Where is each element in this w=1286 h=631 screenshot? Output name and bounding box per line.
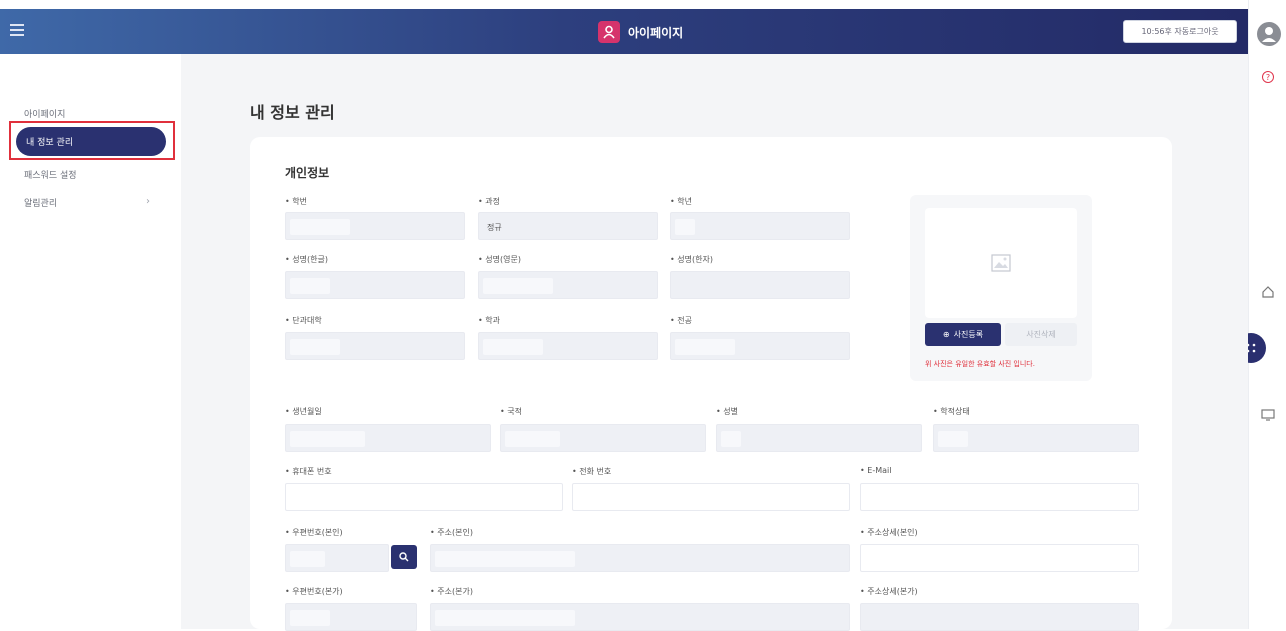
zip-search-button[interactable] <box>391 545 417 569</box>
photo-note: 위 사진은 유일한 유효할 사진 입니다. <box>925 360 1035 368</box>
grade-label: • 학년 <box>670 197 692 206</box>
course-label: • 과정 <box>478 197 500 206</box>
mobile-label: • 휴대폰 번호 <box>285 467 332 476</box>
sidebar-item-password[interactable]: 패스워드 설정 <box>24 168 77 181</box>
photo-placeholder <box>925 208 1077 318</box>
zip-home-field[interactable] <box>285 544 389 572</box>
name-hanja-label: • 성명(한자) <box>670 255 713 264</box>
chevron-right-icon: › <box>146 196 150 207</box>
top-header-bar: 아이페이지 10:56후 자동로그아웃 <box>0 9 1248 54</box>
sidebar-item-notifications[interactable]: 알림관리 <box>24 196 57 209</box>
phone-field[interactable] <box>572 483 850 511</box>
name-hanja-field[interactable] <box>670 271 850 299</box>
home-icon[interactable] <box>1261 284 1275 298</box>
department-field <box>478 332 658 360</box>
sidebar-item-mypage[interactable]: 아이페이지 <box>24 107 65 120</box>
department-label: • 학과 <box>478 316 500 325</box>
email-label: • E-Mail <box>860 466 892 475</box>
upload-photo-button[interactable]: ⊕ 사진등록 <box>925 323 1001 346</box>
menu-icon[interactable] <box>10 24 24 36</box>
addr-parent-label: • 주소(본가) <box>430 587 473 596</box>
addr-home-field[interactable] <box>430 544 850 572</box>
sidebar-item-my-info[interactable]: 내 정보 관리 <box>16 127 166 156</box>
name-kr-field[interactable] <box>285 271 465 299</box>
delete-photo-button[interactable]: 사진삭제 <box>1005 323 1077 346</box>
monitor-icon[interactable] <box>1261 406 1275 421</box>
birth-label: • 생년월일 <box>285 407 322 416</box>
zip-parent-label: • 우편번호(본가) <box>285 587 343 596</box>
zip-home-label: • 우편번호(본인) <box>285 528 343 537</box>
name-en-label: • 성명(영문) <box>478 255 521 264</box>
page-title: 내 정보 관리 <box>250 103 335 122</box>
search-icon <box>399 552 409 562</box>
course-field: 정규 <box>478 212 658 240</box>
nationality-label: • 국적 <box>500 407 522 416</box>
major-field <box>670 332 850 360</box>
name-kr-label: • 성명(한글) <box>285 255 328 264</box>
status-field <box>933 424 1139 452</box>
app-title: 아이페이지 <box>628 25 684 40</box>
college-field <box>285 332 465 360</box>
birth-field <box>285 424 491 452</box>
brand: 아이페이지 <box>598 21 683 43</box>
right-rail: ? <box>1248 0 1286 629</box>
name-en-field[interactable] <box>478 271 658 299</box>
nationality-field <box>500 424 706 452</box>
student-id-field <box>285 212 465 240</box>
user-icon <box>598 21 620 43</box>
section-title: 개인정보 <box>285 166 330 180</box>
addr-home-label: • 주소(본인) <box>430 528 473 537</box>
addr-home-detail-field[interactable] <box>860 544 1139 572</box>
gender-label: • 성별 <box>716 407 738 416</box>
addr-parent-detail-label: • 주소상세(본가) <box>860 587 918 596</box>
auto-logout-button[interactable]: 10:56후 자동로그아웃 <box>1123 20 1237 43</box>
image-icon <box>991 254 1011 272</box>
avatar[interactable] <box>1257 22 1281 46</box>
phone-label: • 전화 번호 <box>572 467 612 476</box>
addr-home-detail-label: • 주소상세(본인) <box>860 528 918 537</box>
college-label: • 단과대학 <box>285 316 322 325</box>
addr-parent-field[interactable] <box>430 603 850 631</box>
mobile-field[interactable] <box>285 483 563 511</box>
addr-parent-detail-field[interactable] <box>860 603 1139 631</box>
zip-parent-field[interactable] <box>285 603 417 631</box>
student-id-label: • 학번 <box>285 197 307 206</box>
plus-circle-icon: ⊕ <box>942 330 950 339</box>
help-icon[interactable]: ? <box>1262 71 1274 83</box>
status-label: • 학적상태 <box>933 407 970 416</box>
grade-field <box>670 212 850 240</box>
email-field[interactable] <box>860 483 1139 511</box>
gender-field <box>716 424 922 452</box>
major-label: • 전공 <box>670 316 692 325</box>
